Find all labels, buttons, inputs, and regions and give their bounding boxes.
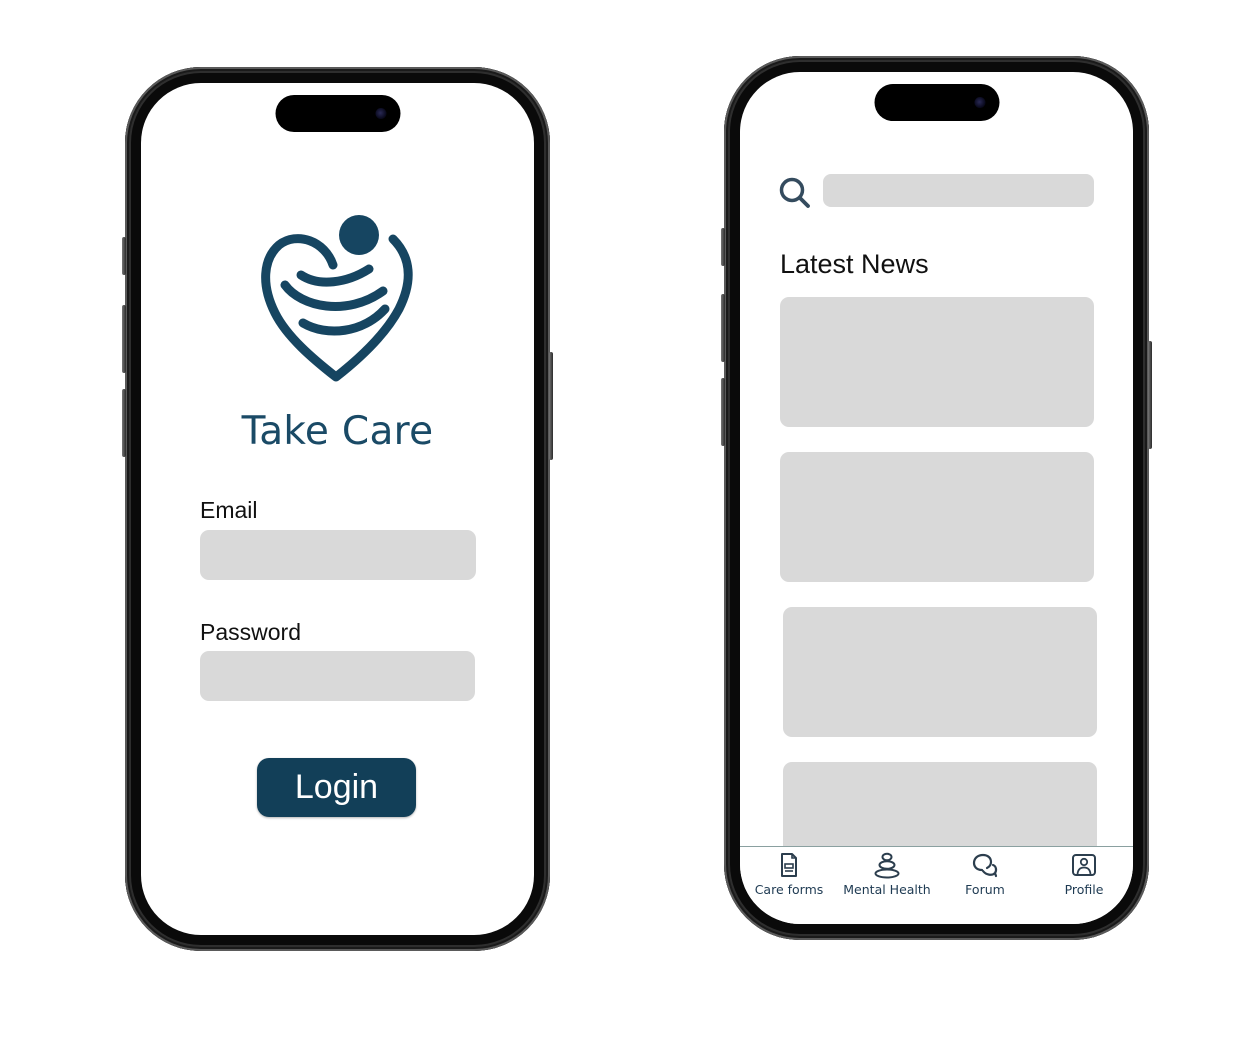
bottom-tab-bar: Care forms Mental Health Forum Profile [740,846,1133,924]
tab-label: Profile [1064,882,1104,897]
chat-bubbles-icon [972,853,998,878]
latest-news-heading: Latest News [780,249,929,279]
phone-power-button [1148,341,1152,449]
news-card[interactable] [780,452,1094,582]
stacked-stones-icon [874,852,900,879]
login-screen: Take Care Email Password Login [141,83,534,935]
password-input[interactable] [200,651,475,701]
news-screen: Latest News Care forms Mental Health For… [740,72,1133,924]
phone-action-button [122,237,126,275]
tab-profile[interactable]: Profile [1036,851,1132,897]
profile-icon [1072,854,1096,876]
heart-embrace-logo-icon [261,215,413,382]
phone-action-button [721,228,725,266]
tab-label: Care forms [754,882,824,897]
camera-icon [974,97,985,108]
search-icon[interactable] [778,176,812,210]
search-input[interactable] [823,174,1094,207]
dynamic-island [275,95,400,132]
phone-volume-down-button [721,378,725,446]
password-label: Password [200,619,301,645]
news-card[interactable] [780,297,1094,427]
phone-volume-down-button [122,389,126,457]
email-input[interactable] [200,530,476,580]
phone-power-button [549,352,553,460]
dynamic-island [874,84,999,121]
news-card[interactable] [783,607,1097,737]
tab-forum[interactable]: Forum [937,851,1033,897]
email-label: Email [200,497,258,523]
tab-label: Mental Health [843,882,931,897]
phone-volume-up-button [122,305,126,373]
app-name-title: Take Care [241,409,434,454]
tab-label: Forum [965,882,1005,897]
document-icon [781,853,797,877]
phone-volume-up-button [721,294,725,362]
tab-care-forms[interactable]: Care forms [741,851,837,897]
login-button[interactable]: Login [257,758,416,817]
phone-news-screen: Latest News Care forms Mental Health For… [721,56,1152,940]
tab-mental-health[interactable]: Mental Health [839,851,935,897]
phone-login-screen: Take Care Email Password Login [122,67,553,951]
camera-icon [375,108,386,119]
